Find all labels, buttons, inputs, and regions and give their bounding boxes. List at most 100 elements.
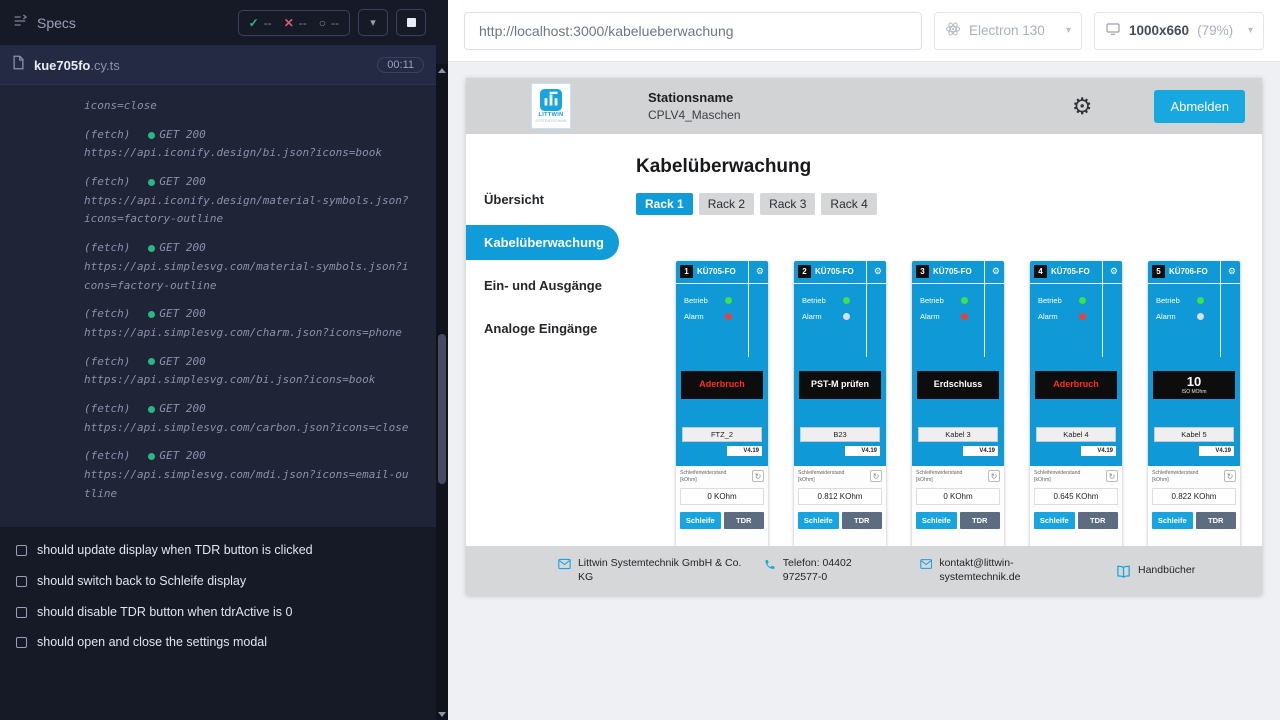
schleife-button[interactable]: Schleife	[916, 512, 957, 529]
stat-failed: ✕--	[284, 16, 307, 30]
scroll-down-icon[interactable]	[436, 708, 448, 720]
schleife-button[interactable]: Schleife	[680, 512, 721, 529]
alarm-led-row: Alarm	[1038, 312, 1086, 321]
refresh-icon[interactable]: ↻	[752, 470, 764, 482]
card-settings-icon[interactable]: ⚙	[1110, 267, 1118, 276]
success-dot-icon	[148, 406, 155, 413]
specs-label: Specs	[37, 15, 76, 31]
alarm-led-row: Alarm	[802, 312, 850, 321]
rack-card-list: 1 KÜ705-FO ⚙ Betrieb Alarm Aderbruch	[676, 261, 1262, 546]
alarm-led	[1079, 313, 1086, 320]
schleife-button[interactable]: Schleife	[798, 512, 839, 529]
spec-file-row[interactable]: kue705fo.cy.ts 00:11	[0, 46, 436, 85]
card-settings-icon[interactable]: ⚙	[1228, 267, 1236, 276]
rack-card: 5 KÜ706-FO ⚙ Betrieb Alarm 10 ISO MOhm	[1148, 261, 1240, 546]
cable-name-field[interactable]: B23	[800, 427, 880, 442]
betrieb-led	[961, 297, 968, 304]
settings-gear-icon[interactable]: ⚙	[1072, 95, 1093, 118]
app-header: LITTWIN SYSTEMTECHNIK Stationsname CPLV4…	[466, 78, 1262, 134]
schleife-button[interactable]: Schleife	[1034, 512, 1075, 529]
mail-icon	[920, 558, 932, 570]
station-info: Stationsname CPLV4_Maschen	[648, 90, 741, 122]
log-entry[interactable]: (fetch)GET 200 https://api.simplesvg.com…	[84, 239, 410, 295]
alarm-led-row: Alarm	[920, 312, 968, 321]
book-icon	[1116, 565, 1131, 578]
collapse-button[interactable]: ▾	[358, 9, 388, 36]
viewport-select[interactable]: 1000x660 (79%) ▾	[1094, 12, 1264, 50]
sidebar-item-kabelueberwachung[interactable]: Kabelüberwachung	[466, 225, 619, 260]
test-item[interactable]: should open and close the settings modal	[16, 635, 422, 651]
card-number: 2	[798, 265, 811, 278]
footer-company: Littwin Systemtechnik GmbH & Co. KG	[558, 557, 746, 584]
refresh-icon[interactable]: ↻	[870, 470, 882, 482]
firmware-version: V4.19	[845, 446, 880, 456]
measurement-value: 0.645 KOhm	[1034, 488, 1118, 505]
betrieb-led-row: Betrieb	[802, 296, 850, 305]
status-display: Aderbruch	[681, 371, 763, 399]
measurement-label: Schleifenwiderstand [kOhm]	[1152, 470, 1216, 484]
log-continuation-line: icons=close	[84, 97, 410, 116]
log-entry[interactable]: (fetch)GET 200 https://api.iconify.desig…	[84, 126, 410, 163]
firmware-version: V4.19	[1081, 446, 1116, 456]
browser-select[interactable]: Electron 130 ▾	[934, 12, 1082, 50]
tdr-button[interactable]: TDR	[842, 512, 883, 529]
measurement-value: 0.812 KOhm	[798, 488, 882, 505]
log-entry[interactable]: (fetch)GET 200 https://api.iconify.desig…	[84, 173, 410, 229]
test-item[interactable]: should disable TDR button when tdrActive…	[16, 605, 422, 621]
tdr-button[interactable]: TDR	[724, 512, 765, 529]
betrieb-led	[1197, 297, 1204, 304]
card-number: 3	[916, 265, 929, 278]
littwin-logo-icon	[540, 89, 562, 111]
tab-rack-2[interactable]: Rack 2	[699, 193, 754, 215]
card-settings-icon[interactable]: ⚙	[992, 267, 1000, 276]
log-entry[interactable]: (fetch)GET 200 https://api.simplesvg.com…	[84, 305, 410, 342]
aut-stage: LITTWIN SYSTEMTECHNIK Stationsname CPLV4…	[448, 62, 1280, 720]
test-item[interactable]: should switch back to Schleife display	[16, 574, 422, 590]
stop-button[interactable]	[396, 9, 426, 36]
betrieb-led	[725, 297, 732, 304]
log-entry[interactable]: (fetch)GET 200 https://api.simplesvg.com…	[84, 353, 410, 390]
alarm-led	[725, 313, 732, 320]
cypress-runner-panel: Specs ✓-- ✕-- ○-- ▾ kue705fo.cy.ts 00:11…	[0, 0, 448, 720]
specs-menu-button[interactable]: Specs	[12, 13, 76, 32]
tdr-button[interactable]: TDR	[1196, 512, 1237, 529]
tab-rack-4[interactable]: Rack 4	[821, 193, 876, 215]
card-divider	[1102, 261, 1103, 357]
scrollbar-thumb[interactable]	[438, 334, 446, 484]
tab-rack-3[interactable]: Rack 3	[760, 193, 815, 215]
tab-rack-1[interactable]: Rack 1	[636, 193, 693, 215]
measurement-label: Schleifenwiderstand [kOhm]	[916, 470, 980, 484]
url-input[interactable]	[464, 12, 922, 50]
logout-button[interactable]: Abmelden	[1154, 90, 1245, 123]
runner-scrollbar[interactable]	[436, 64, 448, 720]
refresh-icon[interactable]: ↻	[988, 470, 1000, 482]
test-state-icon	[16, 545, 27, 556]
sidebar-item-analoge-eingaenge[interactable]: Analoge Eingänge	[466, 311, 636, 346]
cable-name-field[interactable]: Kabel 3	[918, 427, 998, 442]
cable-name-field[interactable]: FTZ_2	[682, 427, 762, 442]
test-item[interactable]: should update display when TDR button is…	[16, 543, 422, 559]
log-entry[interactable]: (fetch)GET 200 https://api.simplesvg.com…	[84, 400, 410, 437]
status-display: Aderbruch	[1035, 371, 1117, 399]
betrieb-led-row: Betrieb	[920, 296, 968, 305]
cable-name-field[interactable]: Kabel 5	[1154, 427, 1234, 442]
firmware-version: V4.19	[1199, 446, 1234, 456]
schleife-button[interactable]: Schleife	[1152, 512, 1193, 529]
refresh-icon[interactable]: ↻	[1224, 470, 1236, 482]
sidebar-item-uebersicht[interactable]: Übersicht	[466, 182, 636, 217]
measurement-panel: Schleifenwiderstand [kOhm] ↻ 0.822 KOhm …	[1148, 466, 1240, 546]
footer-phone[interactable]: Telefon: 04402 972577-0	[764, 557, 888, 584]
footer-email[interactable]: kontakt@littwin-systemtechnik.de	[920, 557, 1076, 584]
viewport-size: 1000x660	[1129, 23, 1189, 38]
scroll-up-icon[interactable]	[436, 64, 448, 76]
app-footer: Littwin Systemtechnik GmbH & Co. KG Tele…	[466, 546, 1262, 595]
card-settings-icon[interactable]: ⚙	[756, 267, 764, 276]
card-settings-icon[interactable]: ⚙	[874, 267, 882, 276]
tdr-button[interactable]: TDR	[1078, 512, 1119, 529]
sidebar-item-ein-und-ausgaenge[interactable]: Ein- und Ausgänge	[466, 268, 636, 303]
refresh-icon[interactable]: ↻	[1106, 470, 1118, 482]
cable-name-field[interactable]: Kabel 4	[1036, 427, 1116, 442]
footer-manuals[interactable]: Handbücher	[1116, 564, 1195, 578]
tdr-button[interactable]: TDR	[960, 512, 1001, 529]
log-entry[interactable]: (fetch)GET 200 https://api.simplesvg.com…	[84, 447, 410, 503]
